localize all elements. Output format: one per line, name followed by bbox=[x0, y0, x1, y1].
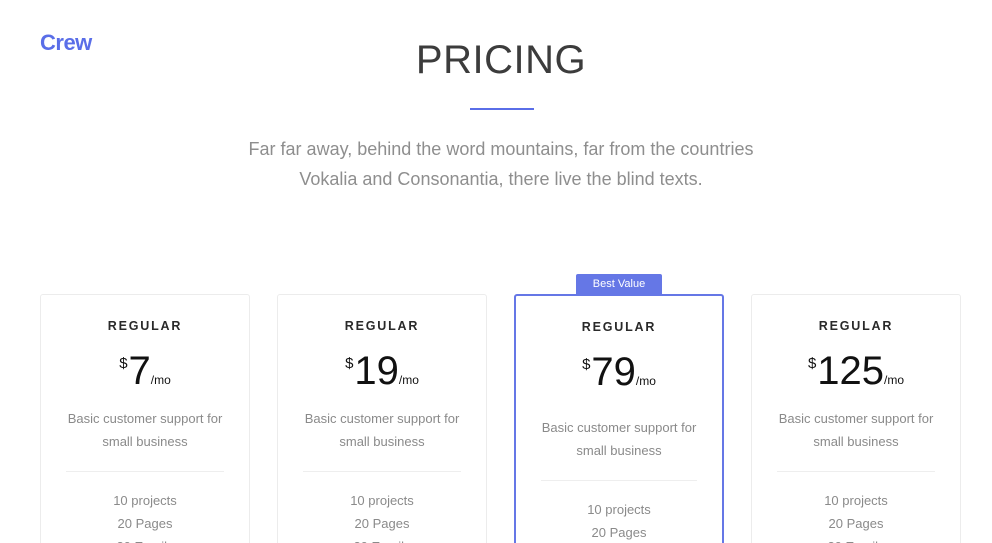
plan-description-line-1: Basic customer support for bbox=[304, 411, 460, 426]
price-amount: 7 bbox=[128, 349, 151, 393]
plan-description-line-1: Basic customer support for bbox=[541, 420, 697, 435]
pricing-page: Crew PRICING Far far away, behind the wo… bbox=[0, 0, 992, 543]
plan-description-line-1: Basic customer support for bbox=[67, 411, 223, 426]
plan-description: Basic customer support for small busines… bbox=[61, 407, 229, 453]
subtitle-line-2: Vokalia and Consonantia, there live the … bbox=[299, 169, 703, 189]
price-period: /mo bbox=[150, 373, 171, 387]
plan-name: REGULAR bbox=[581, 320, 657, 334]
feature-item: 20 Pages bbox=[591, 525, 647, 540]
card-divider bbox=[777, 471, 935, 472]
price-period: /mo bbox=[635, 374, 656, 388]
pricing-card-1[interactable]: REGULAR $7/mo Basic customer support for… bbox=[40, 294, 250, 543]
plan-description-line-2: small business bbox=[576, 443, 662, 458]
feature-item: 20 Emails bbox=[752, 535, 960, 543]
feature-item: 20 Emails bbox=[41, 535, 249, 543]
plan-description-line-2: small business bbox=[339, 434, 425, 449]
plan-description: Basic customer support for small busines… bbox=[298, 407, 466, 453]
card-divider bbox=[66, 471, 224, 472]
currency-symbol: $ bbox=[582, 356, 591, 373]
feature-list: 10 projects 20 Pages 20 Emails bbox=[752, 489, 960, 543]
plan-description-line-2: small business bbox=[102, 434, 188, 449]
plan-name: REGULAR bbox=[344, 319, 420, 333]
currency-symbol: $ bbox=[807, 355, 817, 372]
currency-symbol: $ bbox=[119, 355, 128, 372]
plan-description-line-2: small business bbox=[813, 434, 899, 449]
plan-price: $125/mo bbox=[752, 351, 960, 391]
price-period: /mo bbox=[884, 373, 905, 387]
feature-item: 10 projects bbox=[113, 493, 177, 508]
feature-item: 20 Emails bbox=[278, 535, 486, 543]
feature-list: 10 projects 20 Pages 20 Emails bbox=[278, 489, 486, 543]
plan-description: Basic customer support for small busines… bbox=[772, 407, 940, 453]
plan-name: REGULAR bbox=[107, 319, 183, 333]
plan-description: Basic customer support for small busines… bbox=[536, 416, 702, 462]
price-amount: 79 bbox=[591, 350, 636, 394]
card-divider bbox=[303, 471, 461, 472]
price-period: /mo bbox=[398, 373, 419, 387]
plan-price: $79/mo bbox=[516, 352, 722, 392]
page-subtitle: Far far away, behind the word mountains,… bbox=[200, 134, 802, 194]
feature-item: 20 Pages bbox=[828, 516, 884, 531]
price-amount: 19 bbox=[354, 349, 399, 393]
feature-item: 10 projects bbox=[350, 493, 414, 508]
plan-description-line-1: Basic customer support for bbox=[778, 411, 934, 426]
subtitle-line-1: Far far away, behind the word mountains,… bbox=[248, 139, 754, 159]
plan-price: $7/mo bbox=[41, 351, 249, 391]
best-value-badge: Best Value bbox=[576, 274, 662, 301]
pricing-card-3-featured[interactable]: REGULAR $79/mo Basic customer support fo… bbox=[514, 294, 724, 543]
plan-price: $19/mo bbox=[278, 351, 486, 391]
page-title: PRICING bbox=[415, 38, 587, 82]
feature-list: 10 projects 20 Pages bbox=[516, 498, 722, 543]
card-divider bbox=[541, 480, 697, 481]
plan-name: REGULAR bbox=[818, 319, 894, 333]
price-amount: 125 bbox=[817, 349, 885, 393]
title-underline bbox=[470, 108, 534, 110]
feature-item: 20 Pages bbox=[354, 516, 410, 531]
feature-item: 10 projects bbox=[824, 493, 888, 508]
feature-list: 10 projects 20 Pages 20 Emails bbox=[41, 489, 249, 543]
currency-symbol: $ bbox=[345, 355, 354, 372]
feature-item: 10 projects bbox=[587, 502, 651, 517]
pricing-card-2[interactable]: REGULAR $19/mo Basic customer support fo… bbox=[277, 294, 487, 543]
pricing-card-4[interactable]: REGULAR $125/mo Basic customer support f… bbox=[751, 294, 961, 543]
feature-item: 20 Pages bbox=[117, 516, 173, 531]
